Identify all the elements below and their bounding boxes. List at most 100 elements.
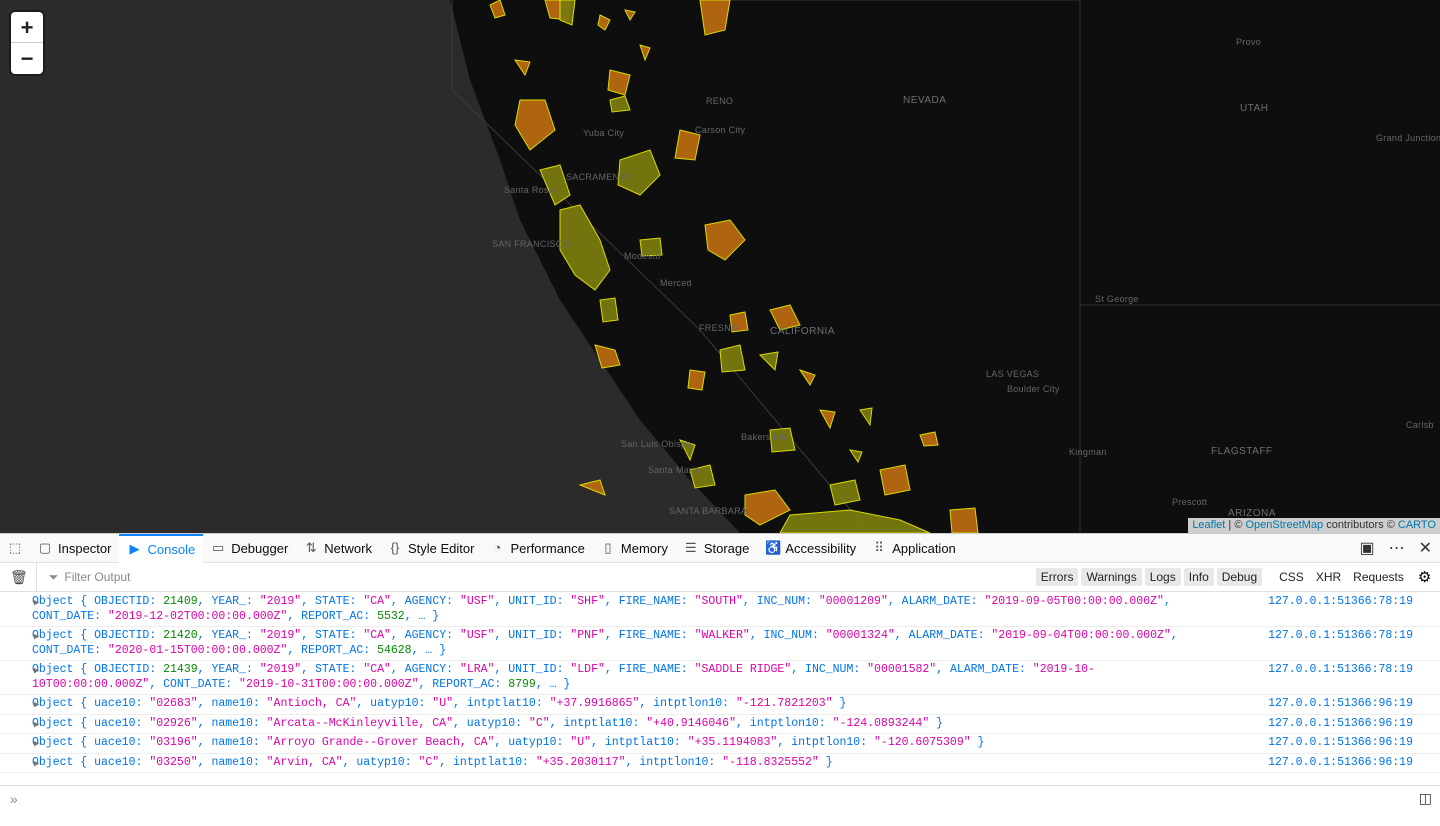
tab-label: Performance: [510, 540, 585, 556]
split-console-icon[interactable]: ◫: [1419, 790, 1432, 807]
tab-console[interactable]: ▶ Console: [119, 533, 204, 563]
filter-info-button[interactable]: Info: [1183, 568, 1214, 586]
log-value: "-121.7821203": [735, 697, 833, 710]
filter-errors-button[interactable]: Errors: [1035, 568, 1079, 586]
element-picker-button[interactable]: ⬚: [0, 534, 30, 563]
tab-accessibility[interactable]: ♿ Accessibility: [757, 534, 864, 563]
filter-requests-button[interactable]: Requests: [1347, 568, 1410, 586]
log-value: 21439: [163, 663, 198, 676]
more-options-icon[interactable]: ⋯: [1389, 538, 1405, 558]
dock-icon[interactable]: ▣: [1359, 538, 1374, 558]
zoom-in-button[interactable]: +: [11, 12, 43, 43]
log-value: 21409: [163, 595, 198, 608]
filter-warnings-button[interactable]: Warnings: [1081, 568, 1142, 586]
osm-link[interactable]: OpenStreetMap: [1245, 519, 1323, 531]
filter-xhr-button[interactable]: XHR: [1310, 568, 1347, 586]
devtools-panel: ⬚ ▢ Inspector ▶ Console ▭ Debugger ⇅ Network…: [0, 533, 1440, 826]
map-label-santa-rosa: Santa Rosa: [504, 185, 555, 195]
map-label-carson: Carson City: [695, 125, 746, 135]
filter-logs-button[interactable]: Logs: [1144, 568, 1181, 586]
expand-triangle-icon[interactable]: ▶: [34, 630, 39, 645]
log-value: "03196": [149, 736, 198, 749]
expand-triangle-icon[interactable]: ▶: [34, 664, 39, 679]
log-source[interactable]: 127.0.0.1:51366:96:19: [1268, 756, 1413, 771]
filter-css-button[interactable]: CSS: [1273, 568, 1310, 586]
log-value: "USF": [459, 595, 495, 608]
settings-gear-icon[interactable]: ⚙: [1418, 568, 1431, 586]
map-label-st-george: St George: [1095, 294, 1139, 304]
log-value: "LDF": [570, 663, 605, 676]
leaflet-link[interactable]: Leaflet: [1192, 519, 1225, 531]
log-row[interactable]: ▶ Object { OBJECTID: 21409, YEAR_: "2019"…: [0, 593, 1440, 627]
log-row[interactable]: ▶ Object { uace10: "02926", name10: "Arca…: [0, 715, 1440, 734]
map-label-san-luis: San Luis Obispo: [621, 439, 692, 449]
expand-triangle-icon[interactable]: ▶: [34, 698, 39, 713]
tab-inspector[interactable]: ▢ Inspector: [30, 534, 119, 563]
tab-storage[interactable]: ☰ Storage: [676, 534, 758, 563]
log-row[interactable]: ▶ Object { uace10: "03250", name10: "Arvi…: [0, 754, 1440, 773]
tab-label: Inspector: [58, 540, 112, 556]
map-label-santa-maria: Santa Maria: [648, 465, 700, 475]
tab-style-editor[interactable]: {} Style Editor: [380, 534, 482, 563]
map-label-nevada: NEVADA: [903, 95, 947, 106]
debugger-icon: ▭: [212, 540, 225, 555]
log-value: "00001324": [825, 629, 895, 642]
tab-label: Application: [892, 540, 956, 556]
map-label-kingman: Kingman: [1069, 447, 1107, 457]
expand-triangle-icon[interactable]: ▶: [34, 737, 39, 752]
log-value: "2019": [259, 663, 302, 676]
filter-placeholder: Filter Output: [64, 570, 131, 584]
log-value: "SHF": [570, 595, 605, 608]
console-filterbar: 🗑 ⏷ Filter Output Errors Warnings Logs I…: [0, 562, 1440, 592]
tab-label: Debugger: [231, 540, 289, 556]
log-source[interactable]: 127.0.0.1:51366:96:19: [1268, 697, 1413, 712]
tab-memory[interactable]: ▯ Memory: [593, 534, 676, 563]
log-value: "00001209": [818, 595, 888, 608]
element-picker-icon: ⬚: [8, 540, 22, 555]
filter-input[interactable]: ⏷ Filter Output: [35, 562, 1036, 592]
log-row[interactable]: ▶ Object { OBJECTID: 21420, YEAR_: "2019"…: [0, 627, 1440, 661]
tab-label: Style Editor: [407, 540, 475, 556]
log-source[interactable]: 127.0.0.1:51366:96:19: [1268, 736, 1413, 751]
console-input[interactable]: » ◫: [0, 785, 1440, 811]
filter-debug-button[interactable]: Debug: [1216, 568, 1263, 586]
log-value: "2020-01-15T00:00:00.000Z": [107, 643, 288, 657]
expand-triangle-icon[interactable]: ▶: [34, 757, 39, 772]
map-label-santa-barbara: SANTA BARBARA: [669, 506, 748, 516]
map-label-las-vegas: LAS VEGAS: [986, 369, 1040, 379]
zoom-out-button[interactable]: −: [11, 43, 43, 74]
network-icon: ⇅: [305, 540, 317, 555]
log-value: "CA": [363, 629, 391, 642]
memory-icon: ▯: [604, 540, 612, 555]
tab-application[interactable]: ⠿ Application: [864, 534, 964, 563]
devtools-tabbar: ⬚ ▢ Inspector ▶ Console ▭ Debugger ⇅ Network…: [0, 533, 1440, 563]
log-value: "02683": [149, 697, 198, 710]
log-source[interactable]: 127.0.0.1:51366:78:19: [1268, 595, 1413, 610]
attribution-mid: contributors ©: [1323, 519, 1398, 531]
log-source[interactable]: 127.0.0.1:51366:96:19: [1268, 717, 1413, 732]
tab-debugger[interactable]: ▭ Debugger: [203, 534, 296, 563]
log-row[interactable]: ▶ Object { uace10: "02683", name10: "Anti…: [0, 695, 1440, 715]
accessibility-icon: ♿: [765, 540, 782, 555]
trash-icon[interactable]: 🗑: [10, 569, 28, 586]
log-value: "SOUTH": [694, 595, 743, 608]
log-source[interactable]: 127.0.0.1:51366:78:19: [1268, 663, 1413, 678]
expand-triangle-icon[interactable]: ▶: [34, 596, 39, 611]
expand-triangle-icon[interactable]: ▶: [34, 718, 39, 733]
log-value: "Arvin, CA": [266, 755, 343, 769]
close-icon[interactable]: ✕: [1419, 538, 1432, 558]
map-label-prescott: Prescott: [1172, 497, 1208, 507]
tab-performance[interactable]: ◔ Performance: [482, 534, 592, 563]
log-source[interactable]: 127.0.0.1:51366:78:19: [1268, 629, 1413, 644]
map-label-fresno: FRESNO: [699, 323, 739, 333]
log-value: "+35.1194083": [687, 736, 778, 749]
map-view[interactable]: + − NEVADA UTAH CALIFORNIA ARIZONA RENO …: [0, 0, 1440, 533]
console-icon: ▶: [129, 541, 140, 556]
log-row[interactable]: ▶ Object { OBJECTID: 21439, YEAR_: "2019"…: [0, 661, 1440, 695]
carto-link[interactable]: CARTO: [1398, 519, 1436, 531]
log-value: "Arcata--McKinleyville, CA": [266, 716, 453, 730]
log-value: "2019-10-31T00:00:00.000Z": [239, 677, 419, 691]
tab-network[interactable]: ⇅ Network: [296, 534, 380, 563]
log-row[interactable]: ▶ Object { uace10: "03196", name10: "Arro…: [0, 734, 1440, 754]
log-value: "02926": [149, 716, 198, 730]
